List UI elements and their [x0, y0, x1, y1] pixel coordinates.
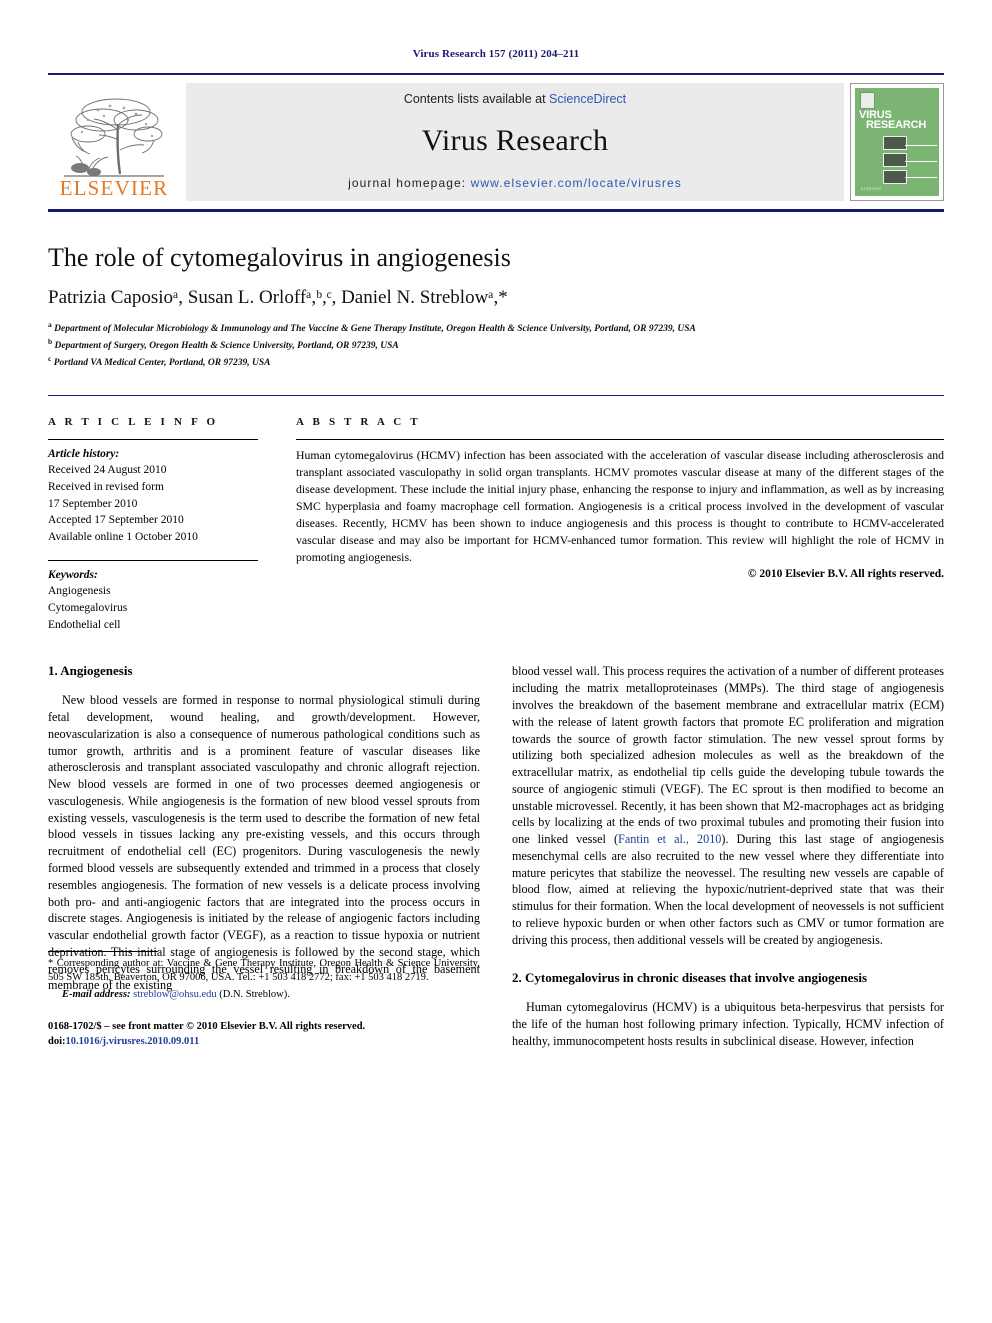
cover-art: VIRUS RESEARCH ELSEVIER: [855, 88, 939, 196]
issn-line: 0168-1702/$ – see front matter © 2010 El…: [48, 1021, 366, 1033]
contents-prefix: Contents lists available at: [403, 92, 546, 106]
title-bottom-rule: [48, 394, 944, 396]
article-history-label: Article history:: [48, 447, 120, 460]
corresponding-author-note: * Corresponding author at: Vaccine & Gen…: [48, 957, 480, 984]
abstract-copyright: © 2010 Elsevier B.V. All rights reserved…: [747, 567, 944, 580]
history-item: 17 September 2010: [48, 497, 138, 510]
email-note: E-mail address: streblow@ohsu.edu (D.N. …: [48, 988, 480, 1003]
contents-available-line: Contents lists available at ScienceDirec…: [404, 92, 626, 106]
affiliations: a Department of Molecular Microbiology &…: [48, 320, 944, 371]
journal-cover-thumbnail[interactable]: VIRUS RESEARCH ELSEVIER: [850, 83, 944, 201]
doi-prefix: doi:: [48, 1036, 66, 1048]
author-list: Patrizia Caposioᵃ, Susan L. Orloffᵃ,ᵇ,ᶜ,…: [48, 287, 508, 309]
body-columns: 1. Angiogenesis New blood vessels are fo…: [48, 663, 944, 1049]
keyword-item: Endothelial cell: [48, 618, 121, 631]
section-2-paragraph-1: Human cytomegalovirus (HCMV) is a ubiqui…: [512, 1000, 944, 1048]
affiliation-a: a Department of Molecular Microbiology &…: [48, 319, 696, 335]
elsevier-logo: ELSEVIER: [48, 83, 180, 201]
history-item: Received in revised form: [48, 481, 164, 494]
doi-line: doi:10.1016/j.virusres.2010.09.011: [48, 1034, 480, 1049]
abstract-column: A B S T R A C T Human cytomegalovirus (H…: [296, 416, 944, 634]
homepage-url-link[interactable]: www.elsevier.com/locate/virusres: [471, 176, 682, 190]
affiliation-c: c Portland VA Medical Center, Portland, …: [48, 353, 271, 368]
section-1-paragraph-1: New blood vessels are formed in response…: [48, 693, 480, 993]
history-item: Received 24 August 2010: [48, 464, 167, 477]
journal-band: Contents lists available at ScienceDirec…: [186, 83, 844, 201]
title-block: The role of cytomegalovirus in angiogene…: [48, 212, 944, 371]
homepage-label: journal homepage:: [348, 176, 467, 190]
cover-title: VIRUS RESEARCH: [859, 110, 927, 131]
elsevier-wordmark: ELSEVIER: [59, 176, 169, 200]
abstract-heading: A B S T R A C T: [296, 415, 421, 428]
journal-masthead: ELSEVIER Contents lists available at Sci…: [48, 73, 944, 201]
history-item: Accepted 17 September 2010: [48, 514, 184, 527]
keyword-item: Cytomegalovirus: [48, 602, 128, 615]
affiliation-b: b Department of Surgery, Oregon Health &…: [48, 336, 399, 352]
cover-micrograph-thumbs: [883, 136, 907, 187]
cover-publisher-badge-icon: [860, 92, 875, 109]
email-owner: (D.N. Streblow).: [219, 989, 290, 1001]
page-title: The role of cytomegalovirus in angiogene…: [48, 243, 511, 272]
citation-link-fantin[interactable]: Fantin et al., 2010: [618, 832, 721, 846]
email-label: E-mail address:: [62, 989, 131, 1001]
sciencedirect-link[interactable]: ScienceDirect: [549, 92, 626, 106]
footnote-area: * Corresponding author at: Vaccine & Gen…: [48, 950, 480, 1050]
keyword-item: Angiogenesis: [48, 585, 111, 598]
cover-footer-text: ELSEVIER: [861, 187, 882, 191]
paragraph-part-a: blood vessel wall. This process requires…: [512, 664, 944, 847]
keywords-block: Keywords: Angiogenesis Cytomegalovirus E…: [48, 561, 258, 634]
section-2-heading: 2. Cytomegalovirus in chronic diseases t…: [512, 970, 868, 986]
footnote-rule: [48, 950, 158, 952]
info-abstract-row: A R T I C L E I N F O Article history: R…: [48, 416, 944, 634]
article-info-heading: A R T I C L E I N F O: [48, 415, 219, 428]
abstract-text: Human cytomegalovirus (HCMV) infection h…: [296, 447, 944, 564]
article-history-block: Article history: Received 24 August 2010…: [48, 440, 258, 546]
article-page: Virus Research 157 (2011) 204–211 ELSEVI…: [0, 0, 992, 1323]
history-item: Available online 1 October 2010: [48, 531, 198, 544]
running-head: Virus Research 157 (2011) 204–211: [412, 48, 580, 60]
section-1-heading: 1. Angiogenesis: [48, 663, 133, 679]
journal-title: Virus Research: [421, 124, 609, 157]
cover-title-line2: RESEARCH: [866, 119, 927, 131]
body-column-left: 1. Angiogenesis New blood vessels are fo…: [48, 663, 480, 1049]
issn-copyright-block: 0168-1702/$ – see front matter © 2010 El…: [48, 1019, 480, 1049]
journal-homepage-line: journal homepage: www.elsevier.com/locat…: [348, 176, 682, 190]
keywords-label: Keywords:: [48, 568, 98, 581]
paragraph-part-b: ). During this last stage of angiogenesi…: [512, 832, 944, 947]
article-info-column: A R T I C L E I N F O Article history: R…: [48, 416, 258, 634]
doi-link[interactable]: 10.1016/j.virusres.2010.09.011: [66, 1036, 200, 1047]
body-column-right: blood vessel wall. This process requires…: [512, 663, 944, 1049]
section-1-paragraph-1-continued: blood vessel wall. This process requires…: [512, 663, 944, 948]
email-link[interactable]: streblow@ohsu.edu: [133, 989, 216, 1000]
elsevier-tree-icon: [58, 90, 170, 178]
